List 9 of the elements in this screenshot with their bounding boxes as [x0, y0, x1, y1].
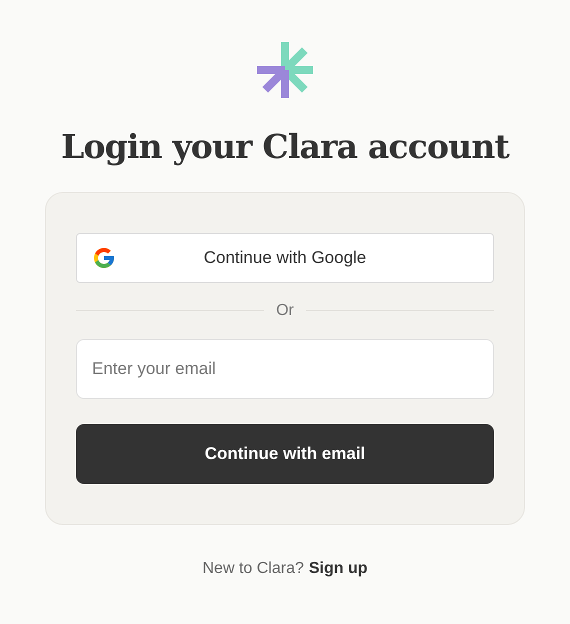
google-icon [92, 246, 116, 270]
google-button[interactable]: Continue with Google [76, 232, 494, 282]
signup-prompt: New to Clara? [202, 558, 304, 578]
divider-label: Or [276, 300, 294, 320]
email-button[interactable]: Continue with email [76, 424, 494, 484]
asterisk-logo-icon [255, 40, 315, 100]
signup-link[interactable]: Sign up [308, 556, 368, 580]
page-title: Login your Clara account [61, 126, 509, 168]
email-field[interactable]: Enter your email [76, 338, 494, 398]
